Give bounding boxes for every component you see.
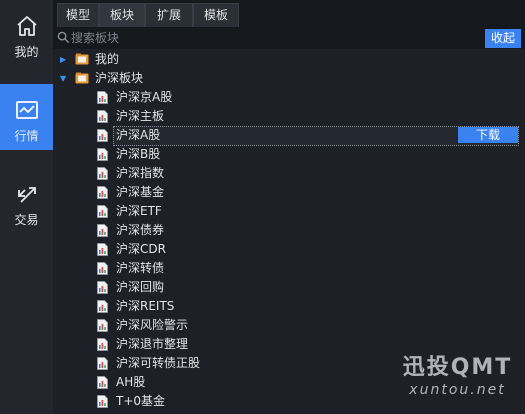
sector-doc-icon [97,243,108,256]
search-input[interactable] [71,29,471,47]
tree-item-label: 沪深A股 [116,128,161,142]
sector-doc-icon [97,357,108,370]
tree-item-label: 沪深B股 [116,147,161,161]
tree-item-label: 沪深主板 [116,109,165,123]
sidebar-item-label: 交易 [14,213,39,227]
search-bar: 收起 [53,27,525,49]
tree-group-label: 我的 [95,52,120,66]
tree-item[interactable]: 沪深可转债正股 [53,354,519,373]
sector-doc-icon [97,129,108,142]
tree-group-label: 沪深板块 [95,71,144,85]
tree-item[interactable]: 沪深A股 下载 [53,126,519,146]
sector-doc-icon [97,167,108,180]
sidebar-item-trade[interactable]: 交易 [0,168,53,234]
tree-item[interactable]: AH股 [53,373,519,392]
folder-icon [75,53,89,65]
tree-item-label: T+0基金 [116,394,166,408]
sector-doc-icon [97,319,108,332]
tree-item[interactable]: 沪深ETF [53,202,519,221]
sidebar-item-mine[interactable]: 我的 [0,0,53,66]
sector-doc-icon [97,148,108,161]
sidebar-item-market[interactable]: 行情 [0,84,53,150]
tree-item[interactable]: 沪深B股 [53,145,519,164]
sidebar-item-label: 我的 [14,45,39,59]
sector-doc-icon [97,224,108,237]
tree-item[interactable]: 沪深退市整理 [53,335,519,354]
collapse-button[interactable]: 收起 [485,29,521,48]
tree-group[interactable]: ▶ 我的 [53,50,519,69]
sector-doc-icon [97,300,108,313]
folder-icon [75,72,89,84]
search-icon [57,31,70,44]
tree-item[interactable]: 沪深基金 [53,183,519,202]
home-icon [17,16,37,36]
tree-item[interactable]: 沪深转债 [53,259,519,278]
tree-item-label: 沪深ETF [116,204,162,218]
main-panel: 模型 板块 扩展 模板 收起 ▶我的▼沪深板块沪深京A股沪深主板沪深A股下载沪深… [53,0,525,414]
sector-doc-icon [97,338,108,351]
scrollbar[interactable] [520,50,525,414]
tab-extension[interactable]: 扩展 [145,3,193,27]
tree-item-label: 沪深REITS [116,299,175,313]
sector-doc-icon [97,262,108,275]
tree-item[interactable]: 沪深京A股 [53,88,519,107]
sector-tree: ▶ 我的 ▼ 沪深板块沪深京A股沪深主板沪深A股 下载沪深B股沪深指数沪深基金沪深ETF… [53,50,525,414]
tree-item-label: 沪深债券 [116,223,165,237]
left-sidebar: 我的 行情 交易 [0,0,53,414]
sector-doc-icon [97,376,108,389]
tree-item-label: 沪深退市整理 [116,337,189,351]
tree-item-label: AH股 [116,375,146,389]
tree-item-label: 沪深指数 [116,166,165,180]
sector-doc-icon [97,395,108,408]
sector-doc-icon [97,110,108,123]
tab-sector[interactable]: 板块 [99,3,145,27]
sector-doc-icon [97,281,108,294]
tree-item[interactable]: 沪深CDR [53,240,519,259]
trade-arrows-icon [18,187,36,203]
caret-down-icon[interactable]: ▼ [60,69,70,88]
tree-group[interactable]: ▼ 沪深板块 [53,69,519,88]
tree-item-label: 沪深风险警示 [116,318,189,332]
sector-doc-icon [97,91,108,104]
tree-item-label: 沪深CDR [116,242,166,256]
chart-line-icon [16,101,38,119]
tree-item-label: 沪深转债 [116,261,165,275]
tree-item[interactable]: 沪深债券 [53,221,519,240]
tree-item[interactable]: 沪深回购 [53,278,519,297]
tab-model[interactable]: 模型 [57,3,99,27]
tree-item-label: 沪深回购 [116,280,165,294]
tree-item[interactable]: 沪深主板 [53,107,519,126]
sidebar-item-label: 行情 [14,129,39,143]
tree-item[interactable]: T+0基金 [53,392,519,411]
tab-bar: 模型 板块 扩展 模板 [53,0,525,28]
tree-item-label: 沪深可转债正股 [116,356,201,370]
caret-right-icon[interactable]: ▶ [60,50,70,69]
tree-item-label: 沪深京A股 [116,90,173,104]
sector-doc-icon [97,186,108,199]
tree-item[interactable]: 沪深风险警示 [53,316,519,335]
tree-item[interactable]: 沪深指数 [53,164,519,183]
sector-doc-icon [97,205,108,218]
download-button[interactable]: 下载 [458,127,518,143]
tree-item[interactable]: 沪深REITS [53,297,519,316]
tab-template[interactable]: 模板 [193,3,239,27]
tree-item-label: 沪深基金 [116,185,165,199]
